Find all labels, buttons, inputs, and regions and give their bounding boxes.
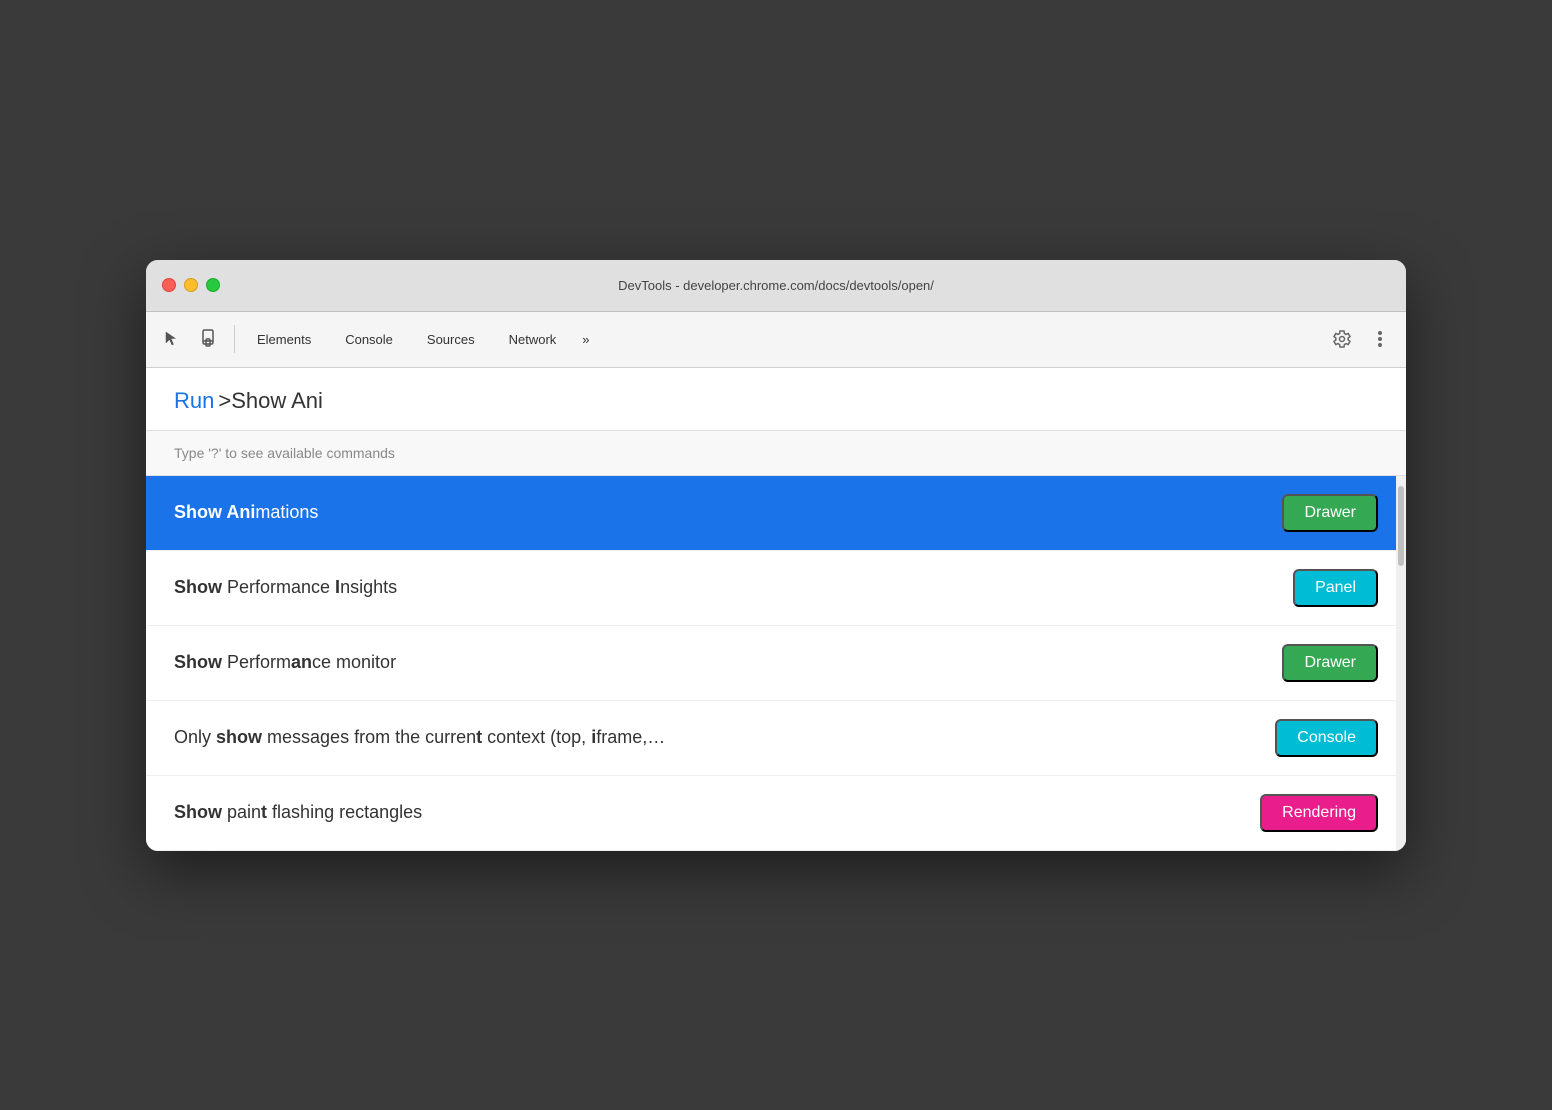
more-tabs-button[interactable]: » <box>574 326 597 353</box>
result-normal-pm: Performance monitor <box>222 652 396 672</box>
results-list: Show Animations Drawer Show Performance … <box>146 476 1406 851</box>
run-label: Run <box>174 388 214 414</box>
scrollbar-track[interactable] <box>1396 476 1406 851</box>
result-prefix-messages: Only <box>174 727 216 747</box>
tab-elements[interactable]: Elements <box>241 326 327 353</box>
result-label-show-messages: Only show messages from the current cont… <box>174 727 1275 748</box>
result-normal-pi: Performance Insights <box>222 577 397 597</box>
badge-console-messages[interactable]: Console <box>1275 719 1378 757</box>
result-item-paint-flashing[interactable]: Show paint flashing rectangles Rendering <box>146 776 1406 851</box>
result-bold-show-pm: Show <box>174 652 222 672</box>
result-label-performance-insights: Show Performance Insights <box>174 577 1293 598</box>
devtools-window: DevTools - developer.chrome.com/docs/dev… <box>146 260 1406 851</box>
maximize-button[interactable] <box>206 278 220 292</box>
tab-console[interactable]: Console <box>329 326 409 353</box>
result-bold-show-pi: Show <box>174 577 222 597</box>
hint-text: Type '?' to see available commands <box>174 445 395 461</box>
gear-icon <box>1332 329 1352 349</box>
result-normal-show-animations: mations <box>255 502 318 522</box>
scrollbar-thumb[interactable] <box>1398 486 1404 566</box>
hint-bar: Type '?' to see available commands <box>146 431 1406 476</box>
result-bold-show-animations: Show Ani <box>174 502 255 522</box>
badge-rendering-paint[interactable]: Rendering <box>1260 794 1378 832</box>
result-normal-messages: messages from the current context (top, … <box>262 727 665 747</box>
result-item-performance-monitor[interactable]: Show Performance monitor Drawer <box>146 626 1406 701</box>
vertical-dots-icon <box>1378 330 1382 348</box>
tab-network[interactable]: Network <box>493 326 573 353</box>
tab-sources[interactable]: Sources <box>411 326 491 353</box>
settings-button[interactable] <box>1324 321 1360 357</box>
device-toggle-button[interactable] <box>192 321 228 357</box>
minimize-button[interactable] <box>184 278 198 292</box>
result-label-performance-monitor: Show Performance monitor <box>174 652 1282 673</box>
command-bar: Run >Show Ani <box>146 368 1406 431</box>
badge-panel-insights[interactable]: Panel <box>1293 569 1378 607</box>
result-bold-show-messages: show <box>216 727 262 747</box>
result-normal-pf: paint flashing rectangles <box>222 802 422 822</box>
window-title: DevTools - developer.chrome.com/docs/dev… <box>618 278 934 293</box>
cursor-icon <box>163 330 181 348</box>
command-query: >Show Ani <box>218 388 323 414</box>
result-item-show-animations[interactable]: Show Animations Drawer <box>146 476 1406 551</box>
traffic-lights <box>162 278 220 292</box>
badge-drawer-animations[interactable]: Drawer <box>1282 494 1378 532</box>
close-button[interactable] <box>162 278 176 292</box>
inspector-cursor-button[interactable] <box>154 321 190 357</box>
toolbar-divider-1 <box>234 325 235 353</box>
result-label-paint-flashing: Show paint flashing rectangles <box>174 802 1260 823</box>
result-item-performance-insights[interactable]: Show Performance Insights Panel <box>146 551 1406 626</box>
device-icon <box>201 329 219 349</box>
titlebar: DevTools - developer.chrome.com/docs/dev… <box>146 260 1406 312</box>
main-panel: Run >Show Ani Type '?' to see available … <box>146 368 1406 851</box>
devtools-toolbar: Elements Console Sources Network » <box>146 312 1406 368</box>
results-wrapper: Show Animations Drawer Show Performance … <box>146 476 1406 851</box>
result-bold-show-pf: Show <box>174 802 222 822</box>
badge-drawer-monitor[interactable]: Drawer <box>1282 644 1378 682</box>
result-item-show-messages[interactable]: Only show messages from the current cont… <box>146 701 1406 776</box>
more-options-button[interactable] <box>1362 321 1398 357</box>
result-label-show-animations: Show Animations <box>174 502 1282 523</box>
